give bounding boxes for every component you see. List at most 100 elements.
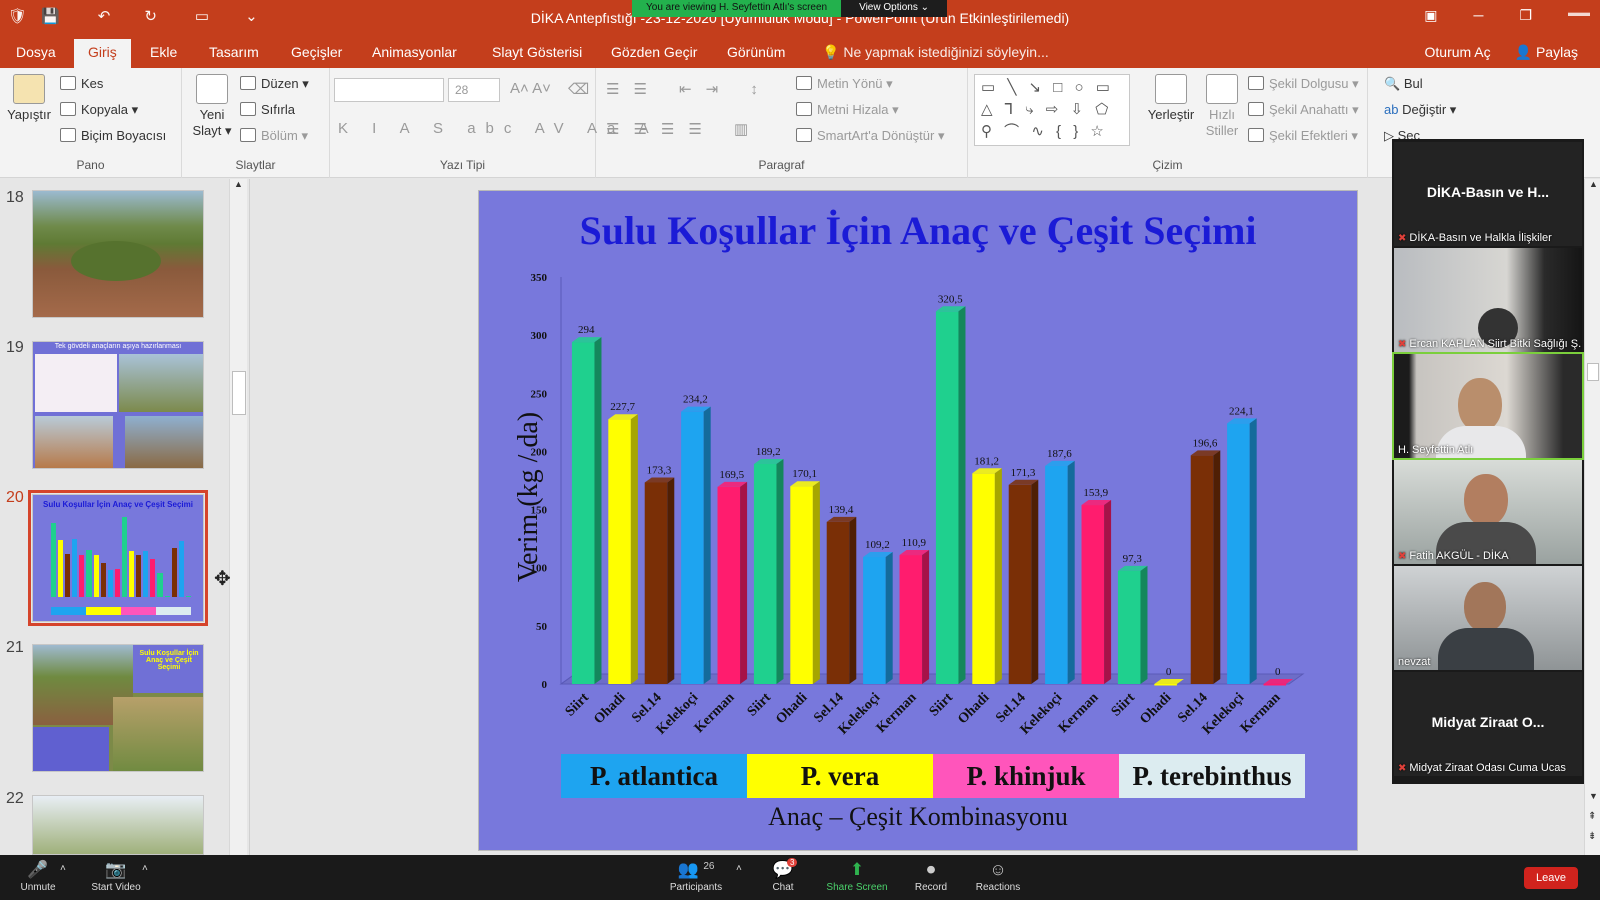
participant-tile[interactable]: DİKA-Basın ve H... ✖ DİKA-Basın ve Halkla… [1394, 142, 1582, 246]
close-icon[interactable]: ▬▬ [1568, 7, 1590, 24]
slide-canvas[interactable]: Sulu Koşullar İçin Anaç ve Çeşit Seçimi … [478, 190, 1358, 851]
smiley-icon: ☺ [989, 860, 1007, 879]
tab-animations[interactable]: Animasyonlar [372, 44, 457, 60]
bar-value-label: 189,2 [756, 446, 781, 458]
reset-button[interactable]: Sıfırla [240, 102, 295, 117]
shapes-gallery[interactable]: ▭ ╲ ↘ □ ○ ▭ △ ⅂ ⤷ ⇨ ⇩ ⬠ ⚲ ⌒ ∿ { } ☆ [974, 74, 1130, 146]
slide-thumbnail-22[interactable] [32, 795, 204, 855]
scrollbar-thumb[interactable] [1587, 363, 1599, 381]
shape-outline-button[interactable]: Şekil Anahattı ▾ [1248, 102, 1359, 118]
scroll-down-icon[interactable]: ▼ [1589, 791, 1598, 801]
participant-name: ✖ DİKA-Basın ve Halkla İlişkiler [1398, 232, 1552, 244]
chat-button[interactable]: 💬 3 Chat [745, 858, 821, 893]
share-screen-button[interactable]: ⬆ Share Screen [819, 860, 895, 893]
participant-tile[interactable]: nevzat [1394, 566, 1582, 670]
reactions-button[interactable]: ☺ Reactions [960, 860, 1036, 893]
chart-bar-side [1140, 565, 1148, 684]
paste-button[interactable]: Yapıştır [6, 74, 52, 122]
person-video [1464, 474, 1508, 526]
orchard-photo [113, 697, 203, 771]
replace-button[interactable]: ab Değiştir ▾ [1384, 102, 1456, 118]
participants-button[interactable]: 👥 26 Participants [658, 860, 734, 893]
participant-tile-active-speaker[interactable]: H. Seyfettin Atlı [1392, 352, 1584, 460]
restore-icon[interactable]: ❐ [1519, 7, 1532, 24]
participant-name: nevzat [1398, 656, 1431, 668]
minimize-icon[interactable]: ─ [1474, 7, 1484, 24]
section-button[interactable]: Bölüm ▾ [240, 128, 308, 144]
thumbnail-scrollbar[interactable]: ▲ [229, 179, 247, 855]
list-buttons[interactable]: ☰☰ ⇤⇥ ↕ [606, 80, 772, 98]
slide-thumbnail-pane: 18 19 Tek gövdeli anaçların aşıya hazırl… [0, 179, 250, 855]
audio-options-icon[interactable]: ˄ [60, 863, 66, 874]
editor-scrollbar[interactable]: ▲ ▼ ⇞ ⇟ [1584, 179, 1600, 855]
drawing-group-label: Çizim [1152, 158, 1183, 172]
copy-button[interactable]: Kopyala ▾ [60, 102, 138, 118]
align-text-button[interactable]: Metni Hizala ▾ [796, 102, 899, 118]
slide-thumbnail-21[interactable]: Sulu Koşullar İçin Anaç ve Çeşit Seçimi [32, 644, 204, 772]
mic-off-icon: ✖ [1398, 763, 1407, 774]
view-options-button[interactable]: View Options ⌄ [841, 0, 947, 17]
x-tick-label: Ohadi [773, 690, 810, 727]
chart-bar-side [1067, 460, 1075, 684]
arrange-button[interactable]: Yerleştir [1146, 74, 1196, 122]
chart-bar [1154, 684, 1177, 686]
participant-name-text: DİKA-Basın ve Halkla İlişkiler [1409, 232, 1552, 244]
share-button[interactable]: 👤 Paylaş [1515, 44, 1578, 61]
layout-button[interactable]: Düzen ▾ [240, 76, 309, 92]
y-tick-label: 50 [536, 621, 548, 633]
next-slide-icon[interactable]: ⇟ [1588, 831, 1596, 842]
window-controls: ▣ ─ ❐ ▬▬ [1424, 7, 1590, 24]
chart-bar-side [1249, 418, 1257, 684]
format-painter-button[interactable]: Biçim Boyacısı [60, 128, 166, 143]
slide-thumbnail-18[interactable] [32, 190, 204, 318]
smartart-button[interactable]: SmartArt'a Dönüştür ▾ [796, 128, 945, 144]
tab-review[interactable]: Gözden Geçir [611, 44, 697, 60]
participant-tile[interactable]: Midyat Ziraat O... ✖ Midyat Ziraat Odası … [1394, 672, 1582, 776]
y-tick-label: 350 [531, 272, 548, 284]
ribbon-display-icon[interactable]: ▣ [1424, 7, 1437, 24]
tab-home[interactable]: Giriş [74, 39, 131, 68]
tab-slide-show[interactable]: Slayt Gösterisi [492, 44, 582, 60]
quick-styles-button[interactable]: Hızlı Stiller [1200, 74, 1244, 139]
leave-button[interactable]: Leave [1524, 867, 1578, 889]
bar-value-label: 224,1 [1229, 405, 1254, 417]
tab-design[interactable]: Tasarım [209, 44, 259, 60]
participants-options-icon[interactable]: ˄ [736, 863, 742, 874]
previous-slide-icon[interactable]: ⇞ [1588, 811, 1596, 822]
tell-me-search[interactable]: 💡 Ne yapmak istediğinizi söyleyin... [822, 44, 1049, 61]
font-size-input[interactable]: 28 [448, 78, 500, 102]
participant-tile[interactable]: ✖ Ercan KAPLAN Siirt Bitki Sağlığı Ş... [1394, 248, 1582, 352]
font-name-input[interactable] [334, 78, 444, 102]
participant-tile[interactable]: ✖ Fatih AKGÜL - DİKA [1394, 460, 1582, 564]
find-button[interactable]: 🔍 Bul [1384, 76, 1423, 92]
mic-off-icon: ✖ [1398, 339, 1407, 350]
scroll-up-icon[interactable]: ▲ [234, 179, 243, 189]
align-buttons[interactable]: ☰☰☰☰ ▥ [606, 120, 762, 138]
sign-in-link[interactable]: Oturum Aç [1425, 44, 1491, 61]
text-direction-button[interactable]: Metin Yönü ▾ [796, 76, 893, 92]
video-options-icon[interactable]: ˄ [142, 863, 148, 874]
participant-name-text: Fatih AKGÜL - DİKA [1409, 550, 1509, 562]
paragraph-group-label: Paragraf [758, 158, 805, 172]
shape-fill-button[interactable]: Şekil Dolgusu ▾ [1248, 76, 1359, 92]
record-button[interactable]: ⏺ Record [893, 860, 969, 893]
y-axis-title: Verim (kg / da) [513, 411, 544, 583]
scrollbar-thumb[interactable] [232, 371, 246, 415]
cut-button[interactable]: Kes [60, 76, 103, 91]
tab-view[interactable]: Görünüm [727, 44, 785, 60]
tab-insert[interactable]: Ekle [150, 44, 177, 60]
new-slide-button[interactable]: Yeni Slayt ▾ [190, 74, 234, 139]
shape-effects-button[interactable]: Şekil Efektleri ▾ [1248, 128, 1358, 144]
drawing-group: ▭ ╲ ↘ □ ○ ▭ △ ⅂ ⤷ ⇨ ⇩ ⬠ ⚲ ⌒ ∿ { } ☆ Yerleş… [968, 68, 1368, 178]
participant-name-text: Ercan KAPLAN Siirt Bitki Sağlığı Ş... [1409, 338, 1582, 350]
clear-format-icon[interactable]: ⌫ [568, 80, 589, 98]
scroll-up-icon[interactable]: ▲ [1589, 179, 1598, 189]
tab-file[interactable]: Dosya [16, 44, 56, 60]
bar-value-label: 110,9 [902, 537, 927, 549]
slides-group-label: Slaytlar [235, 158, 276, 172]
slide-thumbnail-19[interactable]: Tek gövdeli anaçların aşıya hazırlanması [32, 341, 204, 469]
slide-thumbnail-20[interactable]: Sulu Koşullar İçin Anaç ve Çeşit Seçimi [28, 490, 208, 626]
grow-font-icon[interactable]: A˄ A˅ [510, 80, 551, 97]
legend-p-atlantica: P. atlantica [561, 754, 747, 798]
tab-transitions[interactable]: Geçişler [291, 44, 342, 60]
